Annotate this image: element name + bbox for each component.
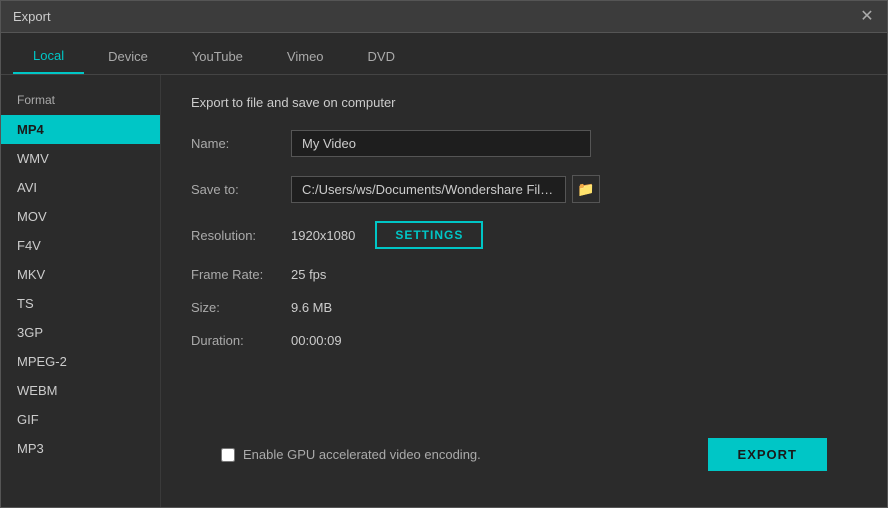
format-ts[interactable]: TS	[1, 289, 160, 318]
frame-rate-label: Frame Rate:	[191, 267, 291, 282]
size-label: Size:	[191, 300, 291, 315]
file-path-row: 📁	[291, 175, 600, 203]
save-to-label: Save to:	[191, 182, 291, 197]
format-avi[interactable]: AVI	[1, 173, 160, 202]
format-wmv[interactable]: WMV	[1, 144, 160, 173]
content-area: Format MP4 WMV AVI MOV F4V MKV TS 3GP MP…	[1, 75, 887, 507]
settings-button[interactable]: SETTINGS	[375, 221, 483, 249]
format-label: Format	[1, 87, 160, 115]
name-row: Name:	[191, 130, 857, 157]
format-mkv[interactable]: MKV	[1, 260, 160, 289]
format-mov[interactable]: MOV	[1, 202, 160, 231]
tab-local[interactable]: Local	[13, 38, 84, 74]
format-f4v[interactable]: F4V	[1, 231, 160, 260]
frame-rate-row: Frame Rate: 25 fps	[191, 267, 857, 282]
name-label: Name:	[191, 136, 291, 151]
format-webm[interactable]: WEBM	[1, 376, 160, 405]
format-mpeg2[interactable]: MPEG-2	[1, 347, 160, 376]
sidebar: Format MP4 WMV AVI MOV F4V MKV TS 3GP MP…	[1, 75, 161, 507]
size-value: 9.6 MB	[291, 300, 332, 315]
window-title: Export	[13, 9, 51, 24]
export-window: Export ✕ Local Device YouTube Vimeo DVD …	[0, 0, 888, 508]
browse-folder-button[interactable]: 📁	[572, 175, 600, 203]
export-button[interactable]: EXPORT	[708, 438, 827, 471]
format-mp4[interactable]: MP4	[1, 115, 160, 144]
tab-bar: Local Device YouTube Vimeo DVD	[1, 33, 887, 75]
bottom-bar: Enable GPU accelerated video encoding. E…	[191, 428, 857, 487]
duration-label: Duration:	[191, 333, 291, 348]
panel-title: Export to file and save on computer	[191, 95, 857, 110]
tab-vimeo[interactable]: Vimeo	[267, 38, 344, 74]
save-path-input[interactable]	[291, 176, 566, 203]
format-mp3[interactable]: MP3	[1, 434, 160, 463]
tab-dvd[interactable]: DVD	[348, 38, 415, 74]
resolution-row: Resolution: 1920x1080 SETTINGS	[191, 221, 857, 249]
resolution-label: Resolution:	[191, 228, 291, 243]
gpu-row: Enable GPU accelerated video encoding.	[221, 447, 481, 462]
save-to-row: Save to: 📁	[191, 175, 857, 203]
gpu-checkbox[interactable]	[221, 448, 235, 462]
gpu-label: Enable GPU accelerated video encoding.	[243, 447, 481, 462]
close-button[interactable]: ✕	[859, 9, 875, 25]
size-row: Size: 9.6 MB	[191, 300, 857, 315]
main-panel: Export to file and save on computer Name…	[161, 75, 887, 507]
frame-rate-value: 25 fps	[291, 267, 326, 282]
duration-value: 00:00:09	[291, 333, 342, 348]
format-gif[interactable]: GIF	[1, 405, 160, 434]
name-input[interactable]	[291, 130, 591, 157]
resolution-controls: 1920x1080 SETTINGS	[291, 221, 483, 249]
duration-row: Duration: 00:00:09	[191, 333, 857, 348]
title-bar: Export ✕	[1, 1, 887, 33]
resolution-value: 1920x1080	[291, 228, 355, 243]
tab-youtube[interactable]: YouTube	[172, 38, 263, 74]
tab-device[interactable]: Device	[88, 38, 168, 74]
format-3gp[interactable]: 3GP	[1, 318, 160, 347]
folder-icon: 📁	[577, 181, 594, 198]
fields: Name: Save to: 📁	[191, 130, 857, 348]
